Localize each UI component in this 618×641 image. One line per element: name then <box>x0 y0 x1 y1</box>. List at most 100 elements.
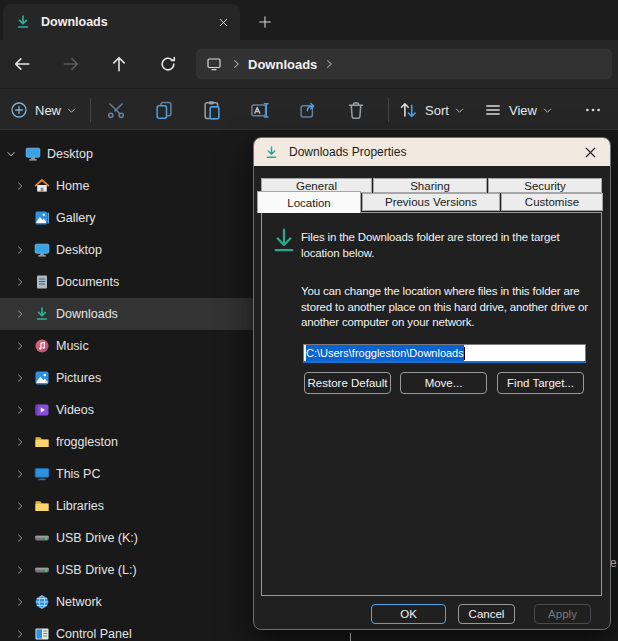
tree-chevron-icon[interactable] <box>12 242 28 258</box>
address-bar[interactable]: Downloads <box>196 49 612 79</box>
location-path-input[interactable]: C:\Users\froggleston\Downloads <box>303 344 586 363</box>
monitor-icon <box>25 146 41 162</box>
sidebar-item-this-pc[interactable]: This PC <box>0 458 253 490</box>
more-options-button[interactable] <box>584 99 602 121</box>
breadcrumb-chevron-icon[interactable] <box>323 58 335 70</box>
file-list-column-divider <box>350 633 351 641</box>
tree-chevron-icon[interactable] <box>12 306 28 322</box>
new-button-label: New <box>35 103 61 118</box>
sidebar-item-label: Desktop <box>47 147 93 161</box>
tab-previous-versions[interactable]: Previous Versions <box>362 193 500 211</box>
sidebar-item-libraries[interactable]: Libraries <box>0 490 253 522</box>
tree-chevron-icon[interactable] <box>12 338 28 354</box>
tab-location[interactable]: Location <box>257 191 361 213</box>
sidebar-item-label: This PC <box>56 467 100 481</box>
navigation-pane: Desktop Home Gallery Desktop Documents Downlo… <box>0 130 253 641</box>
sort-button[interactable]: Sort <box>398 99 465 121</box>
sidebar-item-label: Downloads <box>56 307 118 321</box>
monitor-icon <box>34 242 50 258</box>
sidebar-item-pictures[interactable]: Pictures <box>0 362 253 394</box>
tree-chevron-icon[interactable] <box>12 402 28 418</box>
this-pc-icon <box>206 56 222 72</box>
tab-sharing[interactable]: Sharing <box>373 178 487 193</box>
sidebar-item-home[interactable]: Home <box>0 170 253 202</box>
tab-security[interactable]: Security <box>488 178 602 193</box>
chevron-placeholder <box>12 210 28 226</box>
dialog-title: Downloads Properties <box>289 145 580 159</box>
sidebar-item-label: Control Panel <box>56 627 132 641</box>
text-caret <box>464 347 465 360</box>
delete-button[interactable] <box>346 99 366 121</box>
cancel-button[interactable]: Cancel <box>458 604 515 624</box>
tab-bar: Downloads <box>0 0 618 40</box>
new-tab-button[interactable] <box>255 12 275 32</box>
tree-chevron-icon[interactable] <box>3 146 19 162</box>
breadcrumb-downloads[interactable]: Downloads <box>248 57 317 72</box>
view-button[interactable]: View <box>484 99 553 121</box>
folder-icon <box>34 434 50 450</box>
tree-chevron-icon[interactable] <box>12 178 28 194</box>
apply-button[interactable]: Apply <box>534 604 591 624</box>
sidebar-item-label: Home <box>56 179 89 193</box>
tree-chevron-icon[interactable] <box>12 274 28 290</box>
tree-chevron-icon[interactable] <box>12 562 28 578</box>
tree-chevron-icon[interactable] <box>12 594 28 610</box>
folder-icon <box>34 498 50 514</box>
find-target-button[interactable]: Find Target... <box>497 372 584 394</box>
restore-default-button[interactable]: Restore Default <box>304 372 391 394</box>
tree-chevron-icon[interactable] <box>12 370 28 386</box>
network-icon <box>34 594 50 610</box>
sidebar-item-froggleston[interactable]: froggleston <box>0 426 253 458</box>
sidebar-item-documents[interactable]: Documents <box>0 266 253 298</box>
back-button[interactable] <box>12 54 32 74</box>
sidebar-item-control-panel[interactable]: Control Panel <box>0 618 253 641</box>
tree-chevron-icon[interactable] <box>12 434 28 450</box>
tree-chevron-icon[interactable] <box>12 466 28 482</box>
sidebar-item-label: Desktop <box>56 243 102 257</box>
description-text: You can change the location where files … <box>301 284 597 331</box>
sidebar-item-usb-drive-k-[interactable]: USB Drive (K:) <box>0 522 253 554</box>
dialog-title-bar: Downloads Properties <box>254 138 610 166</box>
tab-close-button[interactable] <box>214 13 232 31</box>
forward-button[interactable] <box>61 54 81 74</box>
tree-chevron-icon[interactable] <box>12 626 28 641</box>
sidebar-item-music[interactable]: Music <box>0 330 253 362</box>
sidebar-item-downloads[interactable]: Downloads <box>0 298 253 330</box>
ok-button[interactable]: OK <box>371 604 446 624</box>
up-button[interactable] <box>109 54 129 74</box>
dialog-close-button[interactable] <box>580 142 600 162</box>
sidebar-item-label: Videos <box>56 403 94 417</box>
tree-chevron-icon[interactable] <box>12 530 28 546</box>
sidebar-item-desktop[interactable]: Desktop <box>0 138 253 170</box>
home-icon <box>34 178 50 194</box>
picture-icon <box>34 370 50 386</box>
tab-customise[interactable]: Customise <box>501 193 603 211</box>
downloads-properties-dialog: Downloads Properties GeneralSharingSecur… <box>253 137 611 630</box>
sidebar-item-label: Gallery <box>56 211 96 225</box>
move-button[interactable]: Move... <box>400 372 487 394</box>
sidebar-item-videos[interactable]: Videos <box>0 394 253 426</box>
sidebar-item-label: USB Drive (K:) <box>56 531 138 545</box>
navigation-bar: Downloads <box>0 40 618 88</box>
refresh-button[interactable] <box>158 54 178 74</box>
sidebar-item-desktop[interactable]: Desktop <box>0 234 253 266</box>
tab-downloads[interactable]: Downloads <box>3 4 240 40</box>
tree-chevron-icon[interactable] <box>12 498 28 514</box>
usb-icon <box>34 530 50 546</box>
sidebar-item-gallery[interactable]: Gallery <box>0 202 253 234</box>
usb-icon <box>34 562 50 578</box>
paste-button[interactable] <box>202 99 222 121</box>
sidebar-item-usb-drive-l-[interactable]: USB Drive (L:) <box>0 554 253 586</box>
rename-button[interactable] <box>250 99 270 121</box>
copy-button[interactable] <box>154 99 174 121</box>
cut-button[interactable] <box>106 99 126 121</box>
toolbar-separator <box>90 98 91 122</box>
sort-button-label: Sort <box>425 103 449 118</box>
breadcrumb-chevron-icon <box>230 58 242 70</box>
music-icon <box>34 338 50 354</box>
background-file-text: e <box>610 556 617 570</box>
document-icon <box>34 274 50 290</box>
new-button[interactable]: New <box>10 99 77 121</box>
sidebar-item-network[interactable]: Network <box>0 586 253 618</box>
share-button[interactable] <box>298 99 318 121</box>
